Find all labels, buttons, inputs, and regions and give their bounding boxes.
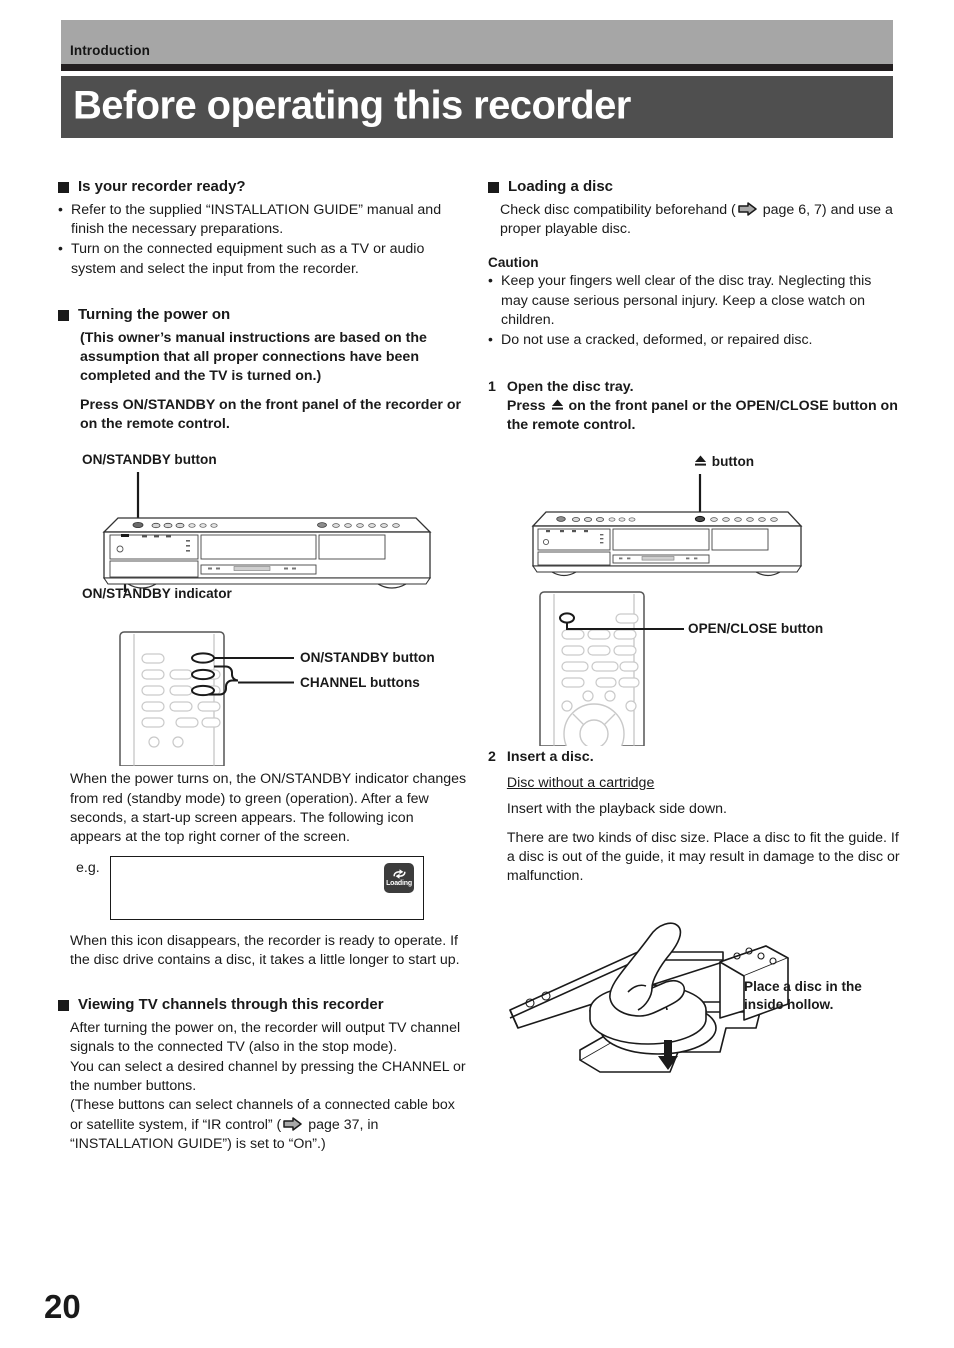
ready-bullet-list: Refer to the supplied “INSTALLATION GUID…: [58, 200, 468, 279]
heading-loading-a-disc: Loading a disc: [488, 178, 900, 197]
heading-is-your-recorder-ready: Is your recorder ready?: [58, 178, 468, 197]
eject-icon: [695, 455, 706, 466]
square-bullet-icon: [58, 1000, 69, 1012]
front-panel-figure-left: ON/STANDBY button ON/STANDBY indicator: [58, 452, 468, 624]
screen-box: Loading: [110, 855, 424, 920]
front-panel-figure-right: button: [488, 454, 900, 584]
header-rule: [61, 64, 893, 71]
heading-viewing-tv-channels: Viewing TV channels through this recorde…: [58, 996, 468, 1015]
page-title-band: Before operating this recorder: [61, 76, 893, 138]
list-item: Keep your fingers well clear of the disc…: [488, 271, 900, 330]
eject-icon: [551, 399, 563, 410]
heading-text: Turning the power on: [78, 306, 231, 323]
heading-turning-the-power-on: Turning the power on: [58, 306, 468, 325]
disc-insertion-figure: Place a disc in the inside hollow.: [488, 900, 900, 1085]
page-reference-arrow-icon: [738, 202, 757, 216]
right-column: Loading a disc Check disc compatibility …: [488, 178, 900, 1085]
label-eject-button: button: [693, 454, 754, 471]
example-label: e.g.: [76, 859, 100, 876]
list-item: Do not use a cracked, deformed, or repai…: [488, 330, 900, 350]
power-paragraph-2: Press ON/STANDBY on the front panel of t…: [80, 396, 462, 432]
loading-icon-label: Loading: [386, 880, 412, 888]
square-bullet-icon: [488, 182, 499, 193]
viewing-paragraph-1: After turning the power on, the recorder…: [70, 1019, 461, 1056]
step-1-number: 1: [488, 378, 496, 395]
caution-heading: Caution: [488, 255, 539, 271]
loading-disc-paragraph: Check disc compatibility beforehand ( pa…: [500, 201, 900, 240]
power-paragraph-1: (This owner’s manual instructions are ba…: [80, 329, 427, 385]
label-remote-channel-buttons: CHANNEL buttons: [300, 675, 420, 691]
loading-disc-paragraph-a: Check disc compatibility beforehand (: [500, 201, 736, 218]
list-item: Turn on the connected equipment such as …: [58, 239, 468, 279]
remote-figure-right: OPEN/CLOSE button: [488, 586, 900, 746]
step-1: 1 Open the disc tray. Press on the front…: [488, 378, 900, 436]
heading-text: Loading a disc: [508, 178, 614, 195]
remote-figure-left: ON/STANDBY button CHANNEL buttons: [58, 626, 468, 767]
step-1-instruction: Press on the front panel or the OPEN/CLO…: [507, 397, 900, 436]
heading-text: Viewing TV channels through this recorde…: [78, 996, 384, 1014]
paragraph-icon-disappears: When this icon disappears, the recorder …: [70, 932, 460, 968]
viewing-paragraph-3a: (These buttons can select channels of a …: [70, 1097, 455, 1133]
example-screen-figure: e.g. Loading: [70, 854, 468, 926]
section-header-band: Introduction: [61, 20, 893, 64]
remote-control-illustration: [539, 590, 684, 746]
square-bullet-icon: [58, 182, 69, 193]
step-2: 2 Insert a disc. Disc without a cartridg…: [488, 748, 900, 887]
page-reference-arrow-icon: [283, 1116, 303, 1131]
section-label: Introduction: [70, 43, 150, 58]
label-onstandby-button: ON/STANDBY button: [82, 452, 217, 468]
step-1-title: Open the disc tray.: [506, 378, 634, 395]
circular-arrows-icon: [392, 869, 406, 879]
step-1-instruction-b: on the front panel or the OPEN/CLOSE but…: [506, 397, 898, 434]
heading-text: Is your recorder ready?: [78, 178, 246, 195]
square-bullet-icon: [58, 310, 69, 321]
label-remote-onstandby-button: ON/STANDBY button: [300, 650, 435, 666]
caution-bullet-list: Keep your fingers well clear of the disc…: [488, 271, 900, 350]
step-2-number: 2: [488, 748, 496, 765]
list-item: Refer to the supplied “INSTALLATION GUID…: [58, 200, 468, 240]
page-title: Before operating this recorder: [73, 83, 631, 128]
viewing-paragraph-2: You can select a desired channel by pres…: [70, 1058, 466, 1094]
label-openclose-button: OPEN/CLOSE button: [688, 620, 824, 636]
label-eject-button-text: button: [708, 453, 755, 469]
step-2-subtitle: Disc without a cartridge: [506, 774, 655, 791]
label-onstandby-indicator: ON/STANDBY indicator: [82, 586, 232, 602]
page-number: 20: [44, 1288, 81, 1325]
recorder-front-panel-illustration: [531, 473, 803, 576]
left-column: Is your recorder ready? Refer to the sup…: [58, 178, 468, 1154]
remote-control-illustration: [119, 631, 294, 767]
step-2-paragraph-2: There are two kinds of disc size. Place …: [506, 829, 900, 885]
step-2-paragraph-1: Insert with the playback side down.: [506, 801, 727, 818]
step-1-instruction-a: Press: [506, 397, 550, 414]
paragraph-power-on-behavior: When the power turns on, the ON/STANDBY …: [70, 771, 467, 846]
step-2-title: Insert a disc.: [506, 748, 594, 765]
disc-figure-caption: Place a disc in the inside hollow.: [744, 979, 862, 1013]
viewing-paragraph-3: (These buttons can select channels of a …: [70, 1096, 468, 1154]
loading-icon: Loading: [384, 862, 414, 893]
